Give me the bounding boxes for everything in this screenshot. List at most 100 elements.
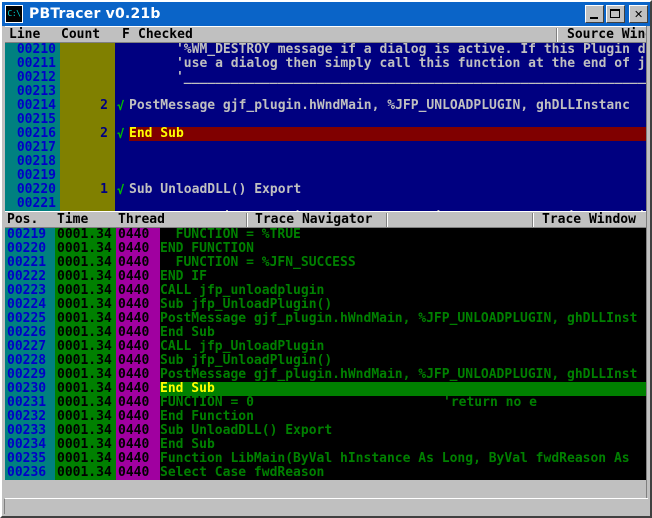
trace-row[interactable]: 00225 0001.34 0440 PostMessage gjf_plugin.h… — [5, 312, 646, 326]
trace-row-time: 0001.34 — [57, 409, 112, 424]
trace-column-header[interactable]: Pos. Time Thread Trace Navigator Trace W… — [5, 211, 646, 228]
trace-row-position: 00233 — [7, 423, 47, 438]
trace-row-code: End Sub — [160, 438, 215, 452]
trace-row-code-area: End Sub — [160, 438, 646, 452]
trace-row-position: 00223 — [7, 283, 47, 298]
checkmark-icon: √ — [117, 183, 125, 197]
source-row-line-number: 00218 — [16, 154, 56, 169]
trace-navigator-label: Trace Navigator — [255, 212, 373, 227]
trace-row-code: FUNCTION = %JFN_SUCCESS — [160, 256, 356, 270]
trace-row[interactable]: 00222 0001.34 0440 END IF — [5, 270, 646, 284]
trace-row-position: 00222 — [7, 269, 47, 284]
trace-row-thread: 0440 — [118, 437, 150, 452]
trace-header-pos[interactable]: Pos. — [7, 212, 38, 227]
trace-row[interactable]: 00235 0001.34 0440 Function LibMain(ByVal h… — [5, 452, 646, 466]
trace-row-code: End Function — [160, 410, 254, 424]
trace-row[interactable]: 00230 0001.34 0440 End Sub — [5, 382, 646, 396]
source-row[interactable]: 00220 1 √ Sub UnloadDLL() Export — [5, 182, 646, 198]
close-button[interactable] — [629, 5, 648, 23]
source-row[interactable]: 00216 2 √ End Sub — [5, 127, 646, 141]
trace-row-position: 00230 — [7, 381, 47, 396]
trace-row[interactable]: 00224 0001.34 0440 Sub jfp_UnloadPlugin() — [5, 298, 646, 312]
trace-row-thread: 0440 — [118, 367, 150, 382]
trace-row-code-area: END FUNCTION — [160, 242, 646, 256]
trace-row-code-area: End Sub — [160, 326, 646, 340]
trace-row-time: 0001.34 — [57, 269, 112, 284]
trace-row[interactable]: 00220 0001.34 0440 END FUNCTION — [5, 242, 646, 256]
source-row-line-number: 00217 — [16, 140, 56, 155]
trace-row-time: 0001.34 — [57, 451, 112, 466]
trace-row[interactable]: 00232 0001.34 0440 End Function — [5, 410, 646, 424]
trace-header-thread[interactable]: Thread — [118, 212, 165, 227]
trace-row-time: 0001.34 — [57, 241, 112, 256]
trace-row-code-area: END IF — [160, 270, 646, 284]
source-row[interactable]: 00218 — [5, 155, 646, 169]
source-header-count[interactable]: Count — [61, 27, 100, 42]
source-row-line-number: 00211 — [16, 56, 56, 71]
trace-row-time: 0001.34 — [57, 283, 112, 298]
source-row[interactable]: 00213 — [5, 85, 646, 99]
trace-row-time: 0001.34 — [57, 381, 112, 396]
source-row[interactable]: 00212 '_________________________________… — [5, 71, 646, 85]
source-header-line[interactable]: Line — [9, 27, 40, 42]
trace-row-code: PostMessage gjf_plugin.hWndMain, %JFP_UN… — [160, 312, 638, 326]
source-row[interactable]: 00217 — [5, 141, 646, 155]
trace-row-position: 00226 — [7, 325, 47, 340]
source-row[interactable]: 00215 — [5, 113, 646, 127]
trace-row-position: 00234 — [7, 437, 47, 452]
trace-window[interactable]: 00219 0001.34 0440 FUNCTION = %TRUE 00220 00… — [5, 228, 646, 480]
trace-row[interactable]: 00219 0001.34 0440 FUNCTION = %TRUE — [5, 228, 646, 242]
trace-row-code-area: Function LibMain(ByVal hInstance As Long… — [160, 452, 646, 466]
trace-row[interactable]: 00231 0001.34 0440 FUNCTION = 0 'return no e — [5, 396, 646, 410]
minimize-button[interactable] — [585, 5, 604, 23]
trace-row[interactable]: 00229 0001.34 0440 PostMessage gjf_plugin.h… — [5, 368, 646, 382]
source-window[interactable]: 00210 '%WM_DESTROY message if a dialog i… — [5, 43, 646, 211]
source-row[interactable]: 00211 'use a dialog then simply call thi… — [5, 57, 646, 71]
source-row-line-number: 00220 — [16, 182, 56, 197]
trace-row-comment: 'return no e — [443, 396, 537, 410]
source-header-flag[interactable]: F — [122, 27, 130, 42]
source-header-checked[interactable]: Checked — [138, 27, 193, 42]
trace-row-thread: 0440 — [118, 381, 150, 396]
trace-row-code: END IF — [160, 270, 207, 284]
status-bar — [4, 498, 648, 514]
trace-header-time[interactable]: Time — [57, 212, 88, 227]
trace-row-thread: 0440 — [118, 395, 150, 410]
trace-row-code-area: PostMessage gjf_plugin.hWndMain, %JFP_UN… — [160, 368, 646, 382]
trace-row-code-area: Sub UnloadDLL() Export — [160, 424, 646, 438]
source-window-label: Source Window — [567, 27, 646, 42]
trace-row[interactable]: 00234 0001.34 0440 End Sub — [5, 438, 646, 452]
trace-row-code: Sub UnloadDLL() Export — [160, 424, 333, 438]
source-row[interactable]: 00210 '%WM_DESTROY message if a dialog i… — [5, 43, 646, 57]
source-row[interactable]: 00219 — [5, 169, 646, 183]
trace-row-position: 00227 — [7, 339, 47, 354]
trace-row[interactable]: 00227 0001.34 0440 CALL jfp_UnloadPlugin — [5, 340, 646, 354]
maximize-button[interactable] — [606, 5, 625, 23]
trace-row-code: FUNCTION = %TRUE — [160, 228, 301, 242]
trace-row-position: 00231 — [7, 395, 47, 410]
trace-row[interactable]: 00223 0001.34 0440 CALL jfp_unloadplugin — [5, 284, 646, 298]
source-row[interactable]: 00214 2 √ PostMessage gjf_plugin.hWndMain, … — [5, 99, 646, 114]
source-row-line-number: 00210 — [16, 43, 56, 57]
trace-window-label: Trace Window — [542, 212, 636, 227]
trace-row-thread: 0440 — [118, 409, 150, 424]
application-window: C:\ PBTracer v0.21b Line Count F Checked… — [0, 0, 652, 518]
trace-row[interactable]: 00233 0001.34 0440 Sub UnloadDLL() Export — [5, 424, 646, 438]
trace-row-code: End Sub — [160, 382, 215, 396]
trace-row-position: 00236 — [7, 465, 47, 480]
trace-row[interactable]: 00221 0001.34 0440 FUNCTION = %JFN_SUCCESS — [5, 256, 646, 270]
trace-row-code: CALL jfp_UnloadPlugin — [160, 340, 325, 354]
trace-row[interactable]: 00226 0001.34 0440 End Sub — [5, 326, 646, 340]
trace-row-code-area: FUNCTION = %JFN_SUCCESS — [160, 256, 646, 270]
source-row[interactable]: 00221 — [5, 197, 646, 211]
title-bar[interactable]: C:\ PBTracer v0.21b — [2, 2, 650, 26]
source-row-line-number: 00212 — [16, 70, 56, 85]
trace-row-thread: 0440 — [118, 283, 150, 298]
trace-row[interactable]: 00236 0001.34 0440 Select Case fwdReason — [5, 466, 646, 480]
trace-row-thread: 0440 — [118, 269, 150, 284]
source-row-line-number: 00221 — [16, 196, 56, 211]
trace-row-code: End Sub — [160, 326, 215, 340]
trace-row-thread: 0440 — [118, 311, 150, 326]
trace-row[interactable]: 00228 0001.34 0440 Sub jfp_UnloadPlugin() — [5, 354, 646, 368]
source-column-header[interactable]: Line Count F Checked Source Window — [5, 26, 646, 43]
